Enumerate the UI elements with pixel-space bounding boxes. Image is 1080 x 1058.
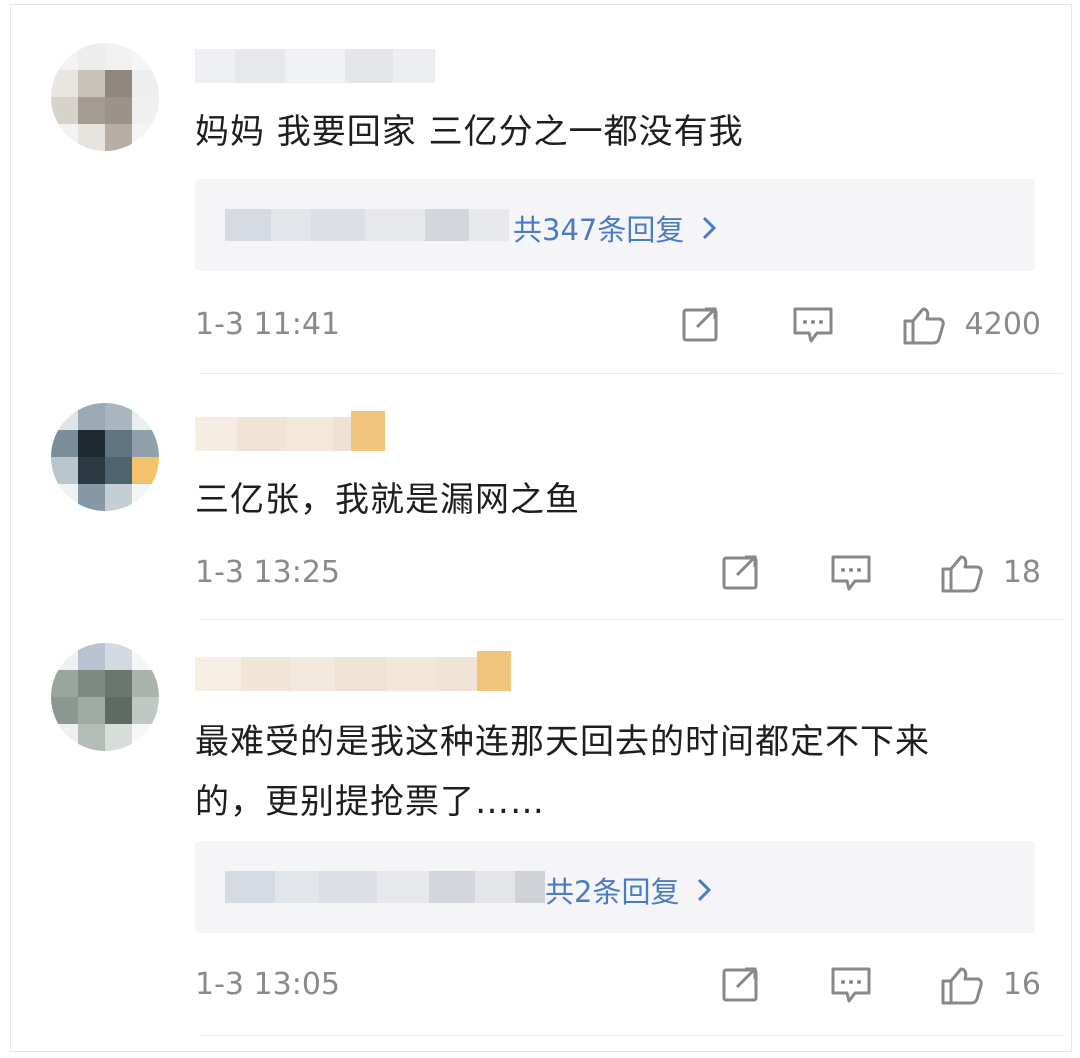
avatar[interactable] bbox=[51, 643, 159, 751]
username-blurred[interactable] bbox=[195, 49, 435, 83]
like-count: 16 bbox=[1002, 967, 1041, 1002]
avatar[interactable] bbox=[51, 43, 159, 151]
comment-text-line-2: 的，更别提抢票了…… bbox=[195, 782, 545, 822]
timestamp: 1-3 11:41 bbox=[195, 307, 340, 342]
reply-preview[interactable]: 共347条回复 bbox=[195, 179, 1035, 271]
timestamp: 1-3 13:25 bbox=[195, 555, 340, 590]
comment-text: 三亿张，我就是漏网之鱼 bbox=[195, 480, 580, 520]
comment-text-line-1: 最难受的是我这种连那天回去的时间都定不下来 bbox=[195, 722, 930, 762]
like-count: 4200 bbox=[964, 307, 1041, 342]
share-icon[interactable] bbox=[719, 965, 763, 1005]
reply-preview-blurred bbox=[225, 871, 545, 903]
user-badge-icon bbox=[351, 411, 385, 451]
username-blurred[interactable] bbox=[195, 657, 481, 691]
chevron-right-icon bbox=[702, 216, 717, 240]
avatar[interactable] bbox=[51, 403, 159, 511]
comment-icon[interactable] bbox=[829, 553, 873, 593]
reply-count-label[interactable]: 共347条回复 bbox=[513, 207, 684, 249]
comment-meta: 1-3 13:05 16 bbox=[195, 963, 1041, 1007]
like-icon[interactable] bbox=[939, 553, 983, 593]
share-icon[interactable] bbox=[679, 305, 723, 345]
comment-list: 妈妈 我要回家 三亿分之一都没有我 共347条回复 1-3 11:41 4200… bbox=[10, 4, 1072, 1052]
divider bbox=[199, 1035, 1063, 1036]
comment-meta: 1-3 13:25 18 bbox=[195, 551, 1041, 595]
comment-icon[interactable] bbox=[829, 965, 873, 1005]
comment-icon[interactable] bbox=[791, 305, 835, 345]
view-replies-link[interactable]: 共347条回复 bbox=[513, 207, 717, 249]
comment-meta: 1-3 11:41 4200 bbox=[195, 303, 1041, 347]
divider bbox=[199, 619, 1063, 620]
like-count: 18 bbox=[1002, 555, 1041, 590]
share-icon[interactable] bbox=[719, 553, 763, 593]
reply-preview-blurred bbox=[225, 209, 509, 241]
comment-text: 妈妈 我要回家 三亿分之一都没有我 bbox=[195, 112, 744, 152]
reply-count-label[interactable]: 共2条回复 bbox=[545, 869, 679, 911]
reply-preview[interactable]: 共2条回复 bbox=[195, 841, 1035, 933]
username-blurred[interactable] bbox=[195, 417, 373, 451]
divider bbox=[199, 373, 1063, 374]
like-icon[interactable] bbox=[939, 965, 983, 1005]
view-replies-link[interactable]: 共2条回复 bbox=[545, 869, 712, 911]
timestamp: 1-3 13:05 bbox=[195, 967, 340, 1002]
user-badge-icon bbox=[477, 651, 511, 691]
chevron-right-icon bbox=[697, 878, 712, 902]
like-icon[interactable] bbox=[901, 305, 945, 345]
